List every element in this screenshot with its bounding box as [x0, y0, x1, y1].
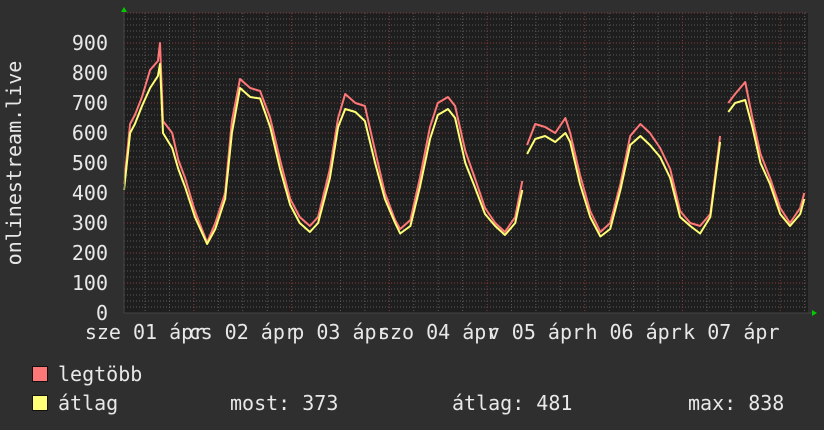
stat-now: most: 373 — [230, 391, 339, 415]
y-tick-label: 800 — [72, 61, 108, 85]
y-axis-arrow-icon — [121, 7, 127, 12]
x-tick-label: sze 01 ápr — [85, 320, 205, 344]
y-tick-label: 100 — [72, 271, 108, 295]
stat-average: átlag: 481 — [452, 391, 573, 415]
y-tick-label: 900 — [72, 31, 108, 55]
x-tick-label: k 07 ápr — [683, 320, 779, 344]
y-tick-label: 500 — [72, 151, 108, 175]
x-axis-arrow-icon — [812, 310, 817, 316]
legend-swatch-max — [32, 366, 48, 382]
x-tick-label: v 05 ápr — [488, 320, 584, 344]
y-tick-label: 300 — [72, 211, 108, 235]
legend-label-max: legtöbb — [58, 362, 143, 386]
legend-swatch-avg — [32, 395, 48, 411]
y-tick-label: 200 — [72, 241, 108, 265]
y-tick-label: 400 — [72, 181, 108, 205]
x-tick-label: p 03 ápr — [292, 320, 388, 344]
x-tick-label: h 06 ápr — [585, 320, 681, 344]
y-tick-label: 700 — [72, 91, 108, 115]
x-tick-label: szo 04 ápr — [378, 320, 498, 344]
x-tick-label: cs 02 ápr — [189, 320, 297, 344]
stat-max: max: 838 — [688, 391, 785, 415]
y-axis-label-text: onlinestream.live — [2, 60, 26, 266]
y-tick-label: 600 — [72, 121, 108, 145]
legend-label-avg: átlag — [58, 391, 119, 415]
